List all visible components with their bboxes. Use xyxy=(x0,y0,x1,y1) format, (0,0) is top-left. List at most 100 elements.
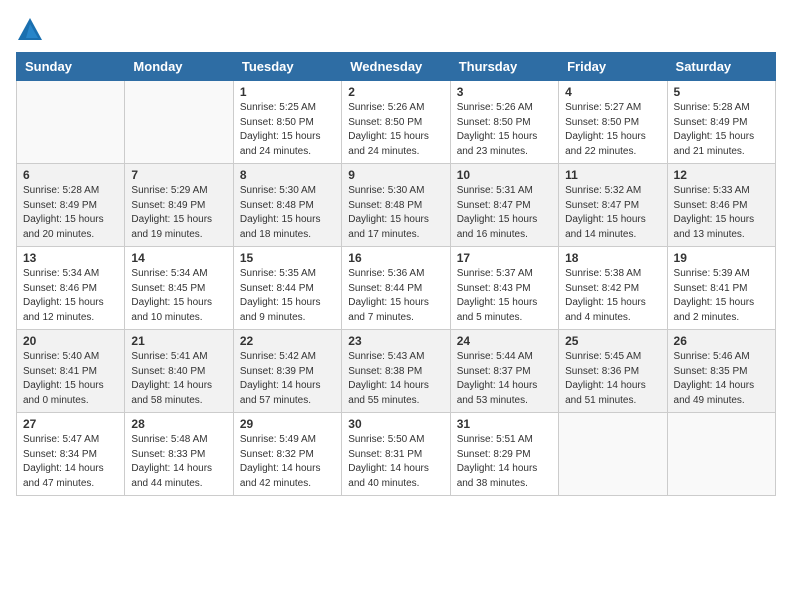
day-number: 18 xyxy=(565,251,660,265)
day-number: 29 xyxy=(240,417,335,431)
day-info: Sunrise: 5:42 AM Sunset: 8:39 PM Dayligh… xyxy=(240,350,335,408)
calendar-cell: 16 Sunrise: 5:36 AM Sunset: 8:44 PM Dayli… xyxy=(342,247,450,330)
day-number: 19 xyxy=(674,251,769,265)
day-number: 16 xyxy=(348,251,443,265)
calendar-cell: 13Sunrise: 5:34 AM Sunset: 8:46 PM Dayli… xyxy=(17,247,125,330)
day-number: 31 xyxy=(457,417,552,431)
day-number: 23 xyxy=(348,334,443,348)
calendar-cell: 6 Sunrise: 5:28 AM Sunset: 8:49 PM Daylig… xyxy=(17,164,125,247)
column-header-monday: Monday xyxy=(125,53,233,81)
day-info: Sunrise: 5:30 AM Sunset: 8:48 PM Dayligh… xyxy=(240,184,335,242)
day-info: Sunrise: 5:27 AM Sunset: 8:50 PM Dayligh… xyxy=(565,101,660,159)
day-number: 22 xyxy=(240,334,335,348)
day-number: 14 xyxy=(131,251,226,265)
calendar-week-row: 13Sunrise: 5:34 AM Sunset: 8:46 PM Dayli… xyxy=(17,247,776,330)
day-info: Sunrise: 5:45 AM Sunset: 8:36 PM Dayligh… xyxy=(565,350,660,408)
day-number: 6 xyxy=(23,168,118,182)
calendar-cell: 7Sunrise: 5:29 AM Sunset: 8:49 PM Daylig… xyxy=(125,164,233,247)
day-info: Sunrise: 5:26 AM Sunset: 8:50 PM Dayligh… xyxy=(457,101,552,159)
day-info: Sunrise: 5:30 AM Sunset: 8:48 PM Dayligh… xyxy=(348,184,443,242)
day-info: Sunrise: 5:34 AM Sunset: 8:45 PM Dayligh… xyxy=(131,267,226,325)
day-info: Sunrise: 5:33 AM Sunset: 8:46 PM Dayligh… xyxy=(674,184,769,242)
calendar-cell: 25 Sunrise: 5:45 AM Sunset: 8:36 PM Dayli… xyxy=(559,330,667,413)
day-number: 11 xyxy=(565,168,660,182)
day-info: Sunrise: 5:36 AM Sunset: 8:44 PM Dayligh… xyxy=(348,267,443,325)
day-info: Sunrise: 5:34 AM Sunset: 8:46 PM Dayligh… xyxy=(23,267,118,325)
day-info: Sunrise: 5:50 AM Sunset: 8:31 PM Dayligh… xyxy=(348,433,443,491)
calendar-cell: 17 Sunrise: 5:37 AM Sunset: 8:43 PM Dayli… xyxy=(450,247,558,330)
day-info: Sunrise: 5:26 AM Sunset: 8:50 PM Dayligh… xyxy=(348,101,443,159)
day-number: 30 xyxy=(348,417,443,431)
calendar-cell: 26 Sunrise: 5:46 AM Sunset: 8:35 PM Dayli… xyxy=(667,330,775,413)
calendar-cell: 14 Sunrise: 5:34 AM Sunset: 8:45 PM Dayli… xyxy=(125,247,233,330)
day-number: 3 xyxy=(457,85,552,99)
day-number: 21 xyxy=(131,334,226,348)
column-header-tuesday: Tuesday xyxy=(233,53,341,81)
calendar-cell xyxy=(125,81,233,164)
day-number: 4 xyxy=(565,85,660,99)
day-number: 2 xyxy=(348,85,443,99)
day-number: 8 xyxy=(240,168,335,182)
calendar-header-row: SundayMondayTuesdayWednesdayThursdayFrid… xyxy=(17,53,776,81)
logo-icon xyxy=(16,16,44,44)
day-info: Sunrise: 5:38 AM Sunset: 8:42 PM Dayligh… xyxy=(565,267,660,325)
day-number: 5 xyxy=(674,85,769,99)
calendar-cell: 27Sunrise: 5:47 AM Sunset: 8:34 PM Dayli… xyxy=(17,413,125,496)
day-number: 20 xyxy=(23,334,118,348)
day-number: 9 xyxy=(348,168,443,182)
day-number: 26 xyxy=(674,334,769,348)
column-header-thursday: Thursday xyxy=(450,53,558,81)
calendar-cell: 21 Sunrise: 5:41 AM Sunset: 8:40 PM Dayli… xyxy=(125,330,233,413)
day-number: 25 xyxy=(565,334,660,348)
calendar-cell: 1 Sunrise: 5:25 AM Sunset: 8:50 PM Daylig… xyxy=(233,81,341,164)
calendar-cell xyxy=(17,81,125,164)
column-header-sunday: Sunday xyxy=(17,53,125,81)
day-number: 12 xyxy=(674,168,769,182)
calendar-cell: 23 Sunrise: 5:43 AM Sunset: 8:38 PM Dayli… xyxy=(342,330,450,413)
day-info: Sunrise: 5:37 AM Sunset: 8:43 PM Dayligh… xyxy=(457,267,552,325)
day-info: Sunrise: 5:32 AM Sunset: 8:47 PM Dayligh… xyxy=(565,184,660,242)
calendar-cell: 30 Sunrise: 5:50 AM Sunset: 8:31 PM Dayli… xyxy=(342,413,450,496)
logo xyxy=(16,16,46,44)
day-info: Sunrise: 5:25 AM Sunset: 8:50 PM Dayligh… xyxy=(240,101,335,159)
calendar-cell: 22 Sunrise: 5:42 AM Sunset: 8:39 PM Dayli… xyxy=(233,330,341,413)
day-info: Sunrise: 5:44 AM Sunset: 8:37 PM Dayligh… xyxy=(457,350,552,408)
day-info: Sunrise: 5:40 AM Sunset: 8:41 PM Dayligh… xyxy=(23,350,118,408)
column-header-friday: Friday xyxy=(559,53,667,81)
column-header-wednesday: Wednesday xyxy=(342,53,450,81)
calendar-cell: 4 Sunrise: 5:27 AM Sunset: 8:50 PM Daylig… xyxy=(559,81,667,164)
column-header-saturday: Saturday xyxy=(667,53,775,81)
calendar-cell: 19 Sunrise: 5:39 AM Sunset: 8:41 PM Dayli… xyxy=(667,247,775,330)
day-number: 15 xyxy=(240,251,335,265)
day-number: 28 xyxy=(131,417,226,431)
day-info: Sunrise: 5:28 AM Sunset: 8:49 PM Dayligh… xyxy=(23,184,118,242)
day-info: Sunrise: 5:47 AM Sunset: 8:34 PM Dayligh… xyxy=(23,433,118,491)
day-number: 24 xyxy=(457,334,552,348)
day-info: Sunrise: 5:51 AM Sunset: 8:29 PM Dayligh… xyxy=(457,433,552,491)
day-info: Sunrise: 5:41 AM Sunset: 8:40 PM Dayligh… xyxy=(131,350,226,408)
day-number: 1 xyxy=(240,85,335,99)
day-info: Sunrise: 5:28 AM Sunset: 8:49 PM Dayligh… xyxy=(674,101,769,159)
calendar-cell: 12 Sunrise: 5:33 AM Sunset: 8:46 PM Dayli… xyxy=(667,164,775,247)
day-info: Sunrise: 5:39 AM Sunset: 8:41 PM Dayligh… xyxy=(674,267,769,325)
calendar-cell: 9 Sunrise: 5:30 AM Sunset: 8:48 PM Daylig… xyxy=(342,164,450,247)
calendar-cell: 18 Sunrise: 5:38 AM Sunset: 8:42 PM Dayli… xyxy=(559,247,667,330)
calendar-cell: 11 Sunrise: 5:32 AM Sunset: 8:47 PM Dayli… xyxy=(559,164,667,247)
calendar-week-row: 6 Sunrise: 5:28 AM Sunset: 8:49 PM Daylig… xyxy=(17,164,776,247)
calendar-week-row: 27Sunrise: 5:47 AM Sunset: 8:34 PM Dayli… xyxy=(17,413,776,496)
day-info: Sunrise: 5:31 AM Sunset: 8:47 PM Dayligh… xyxy=(457,184,552,242)
calendar-cell: 20 Sunrise: 5:40 AM Sunset: 8:41 PM Dayli… xyxy=(17,330,125,413)
day-info: Sunrise: 5:43 AM Sunset: 8:38 PM Dayligh… xyxy=(348,350,443,408)
day-info: Sunrise: 5:46 AM Sunset: 8:35 PM Dayligh… xyxy=(674,350,769,408)
day-number: 17 xyxy=(457,251,552,265)
calendar-week-row: 1 Sunrise: 5:25 AM Sunset: 8:50 PM Daylig… xyxy=(17,81,776,164)
calendar-cell xyxy=(559,413,667,496)
day-info: Sunrise: 5:29 AM Sunset: 8:49 PM Dayligh… xyxy=(131,184,226,242)
calendar-cell xyxy=(667,413,775,496)
page-header xyxy=(16,16,776,44)
day-info: Sunrise: 5:35 AM Sunset: 8:44 PM Dayligh… xyxy=(240,267,335,325)
calendar-cell: 10Sunrise: 5:31 AM Sunset: 8:47 PM Dayli… xyxy=(450,164,558,247)
calendar-week-row: 20 Sunrise: 5:40 AM Sunset: 8:41 PM Dayli… xyxy=(17,330,776,413)
day-info: Sunrise: 5:49 AM Sunset: 8:32 PM Dayligh… xyxy=(240,433,335,491)
calendar-cell: 2 Sunrise: 5:26 AM Sunset: 8:50 PM Daylig… xyxy=(342,81,450,164)
